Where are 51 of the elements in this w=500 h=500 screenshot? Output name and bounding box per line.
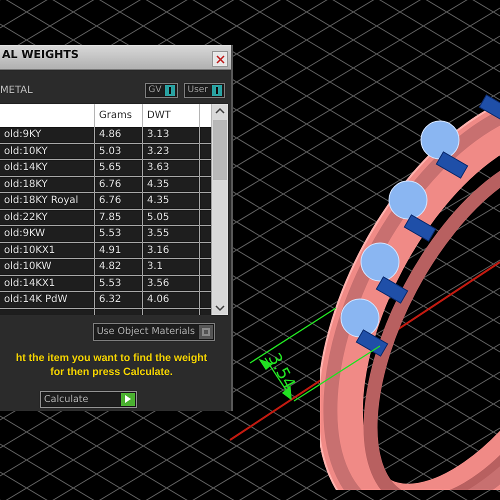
table-cell: 6.76	[95, 193, 143, 208]
toggle-button[interactable]: User	[184, 82, 225, 98]
table-cell: 6.76	[95, 176, 143, 192]
play-icon	[121, 392, 135, 406]
instruction-text: ht the item you want to find the weight	[16, 350, 208, 364]
table-cell: 5.65	[95, 160, 143, 176]
table-cell: old:10KY	[0, 144, 95, 159]
table-cell: 3.1	[143, 259, 200, 274]
table-cell: old:14K PdW	[0, 292, 95, 308]
close-icon	[216, 54, 224, 64]
scrollbar[interactable]	[212, 104, 228, 314]
table-cell: 3.16	[143, 242, 200, 258]
instruction-text: for then press Calculate.	[50, 364, 173, 378]
toggle-button[interactable]: GV	[145, 82, 178, 98]
table-cell: 4.35	[143, 176, 200, 192]
section-label: METAL	[0, 84, 33, 96]
table-cell: old:18KY Royal	[0, 193, 95, 208]
table-cell: old:14KY	[0, 160, 95, 176]
table-cell: 4.82	[95, 259, 143, 274]
table-cell: 3.13	[143, 127, 200, 142]
scroll-thumb[interactable]	[213, 120, 227, 180]
use-object-materials-button[interactable]: Use Object Materials	[92, 322, 215, 340]
table-cell: old:9KW	[0, 226, 95, 242]
scroll-down-icon[interactable]	[215, 304, 225, 312]
table-cell: 4.86	[95, 127, 143, 142]
panel-title: AL WEIGHTS	[2, 48, 79, 60]
table-cell: 3.23	[143, 144, 200, 159]
column-header: Grams	[95, 104, 143, 127]
table-cell: 5.53	[95, 226, 143, 242]
table-cell: old:22KY	[0, 210, 95, 225]
table-cell: 6.32	[95, 292, 143, 308]
close-button[interactable]	[212, 51, 228, 67]
table-cell: 4.91	[95, 242, 143, 258]
table-cell: 7.85	[95, 210, 143, 225]
table-cell: 3.55	[143, 226, 200, 242]
table-cell: old:18KY	[0, 176, 95, 192]
table-cell: 3.56	[143, 276, 200, 291]
dimension-label: 3.54	[264, 350, 300, 393]
table-cell: 3.63	[143, 160, 200, 176]
table-cell: old:10KW	[0, 259, 95, 274]
table-cell: 4.35	[143, 193, 200, 208]
table-cell: old:14KX1	[0, 276, 95, 291]
table-cell: old:9KY	[0, 127, 95, 142]
scroll-up-icon[interactable]	[215, 107, 225, 114]
calculate-button[interactable]: Calculate	[40, 390, 137, 408]
table-cell: 5.53	[95, 276, 143, 291]
table-cell: 5.05	[143, 210, 200, 225]
table-cell: 5.03	[95, 144, 143, 159]
table-cell: old:10KX1	[0, 242, 95, 258]
table-cell: 4.06	[143, 292, 200, 308]
column-header: DWT	[143, 104, 200, 127]
